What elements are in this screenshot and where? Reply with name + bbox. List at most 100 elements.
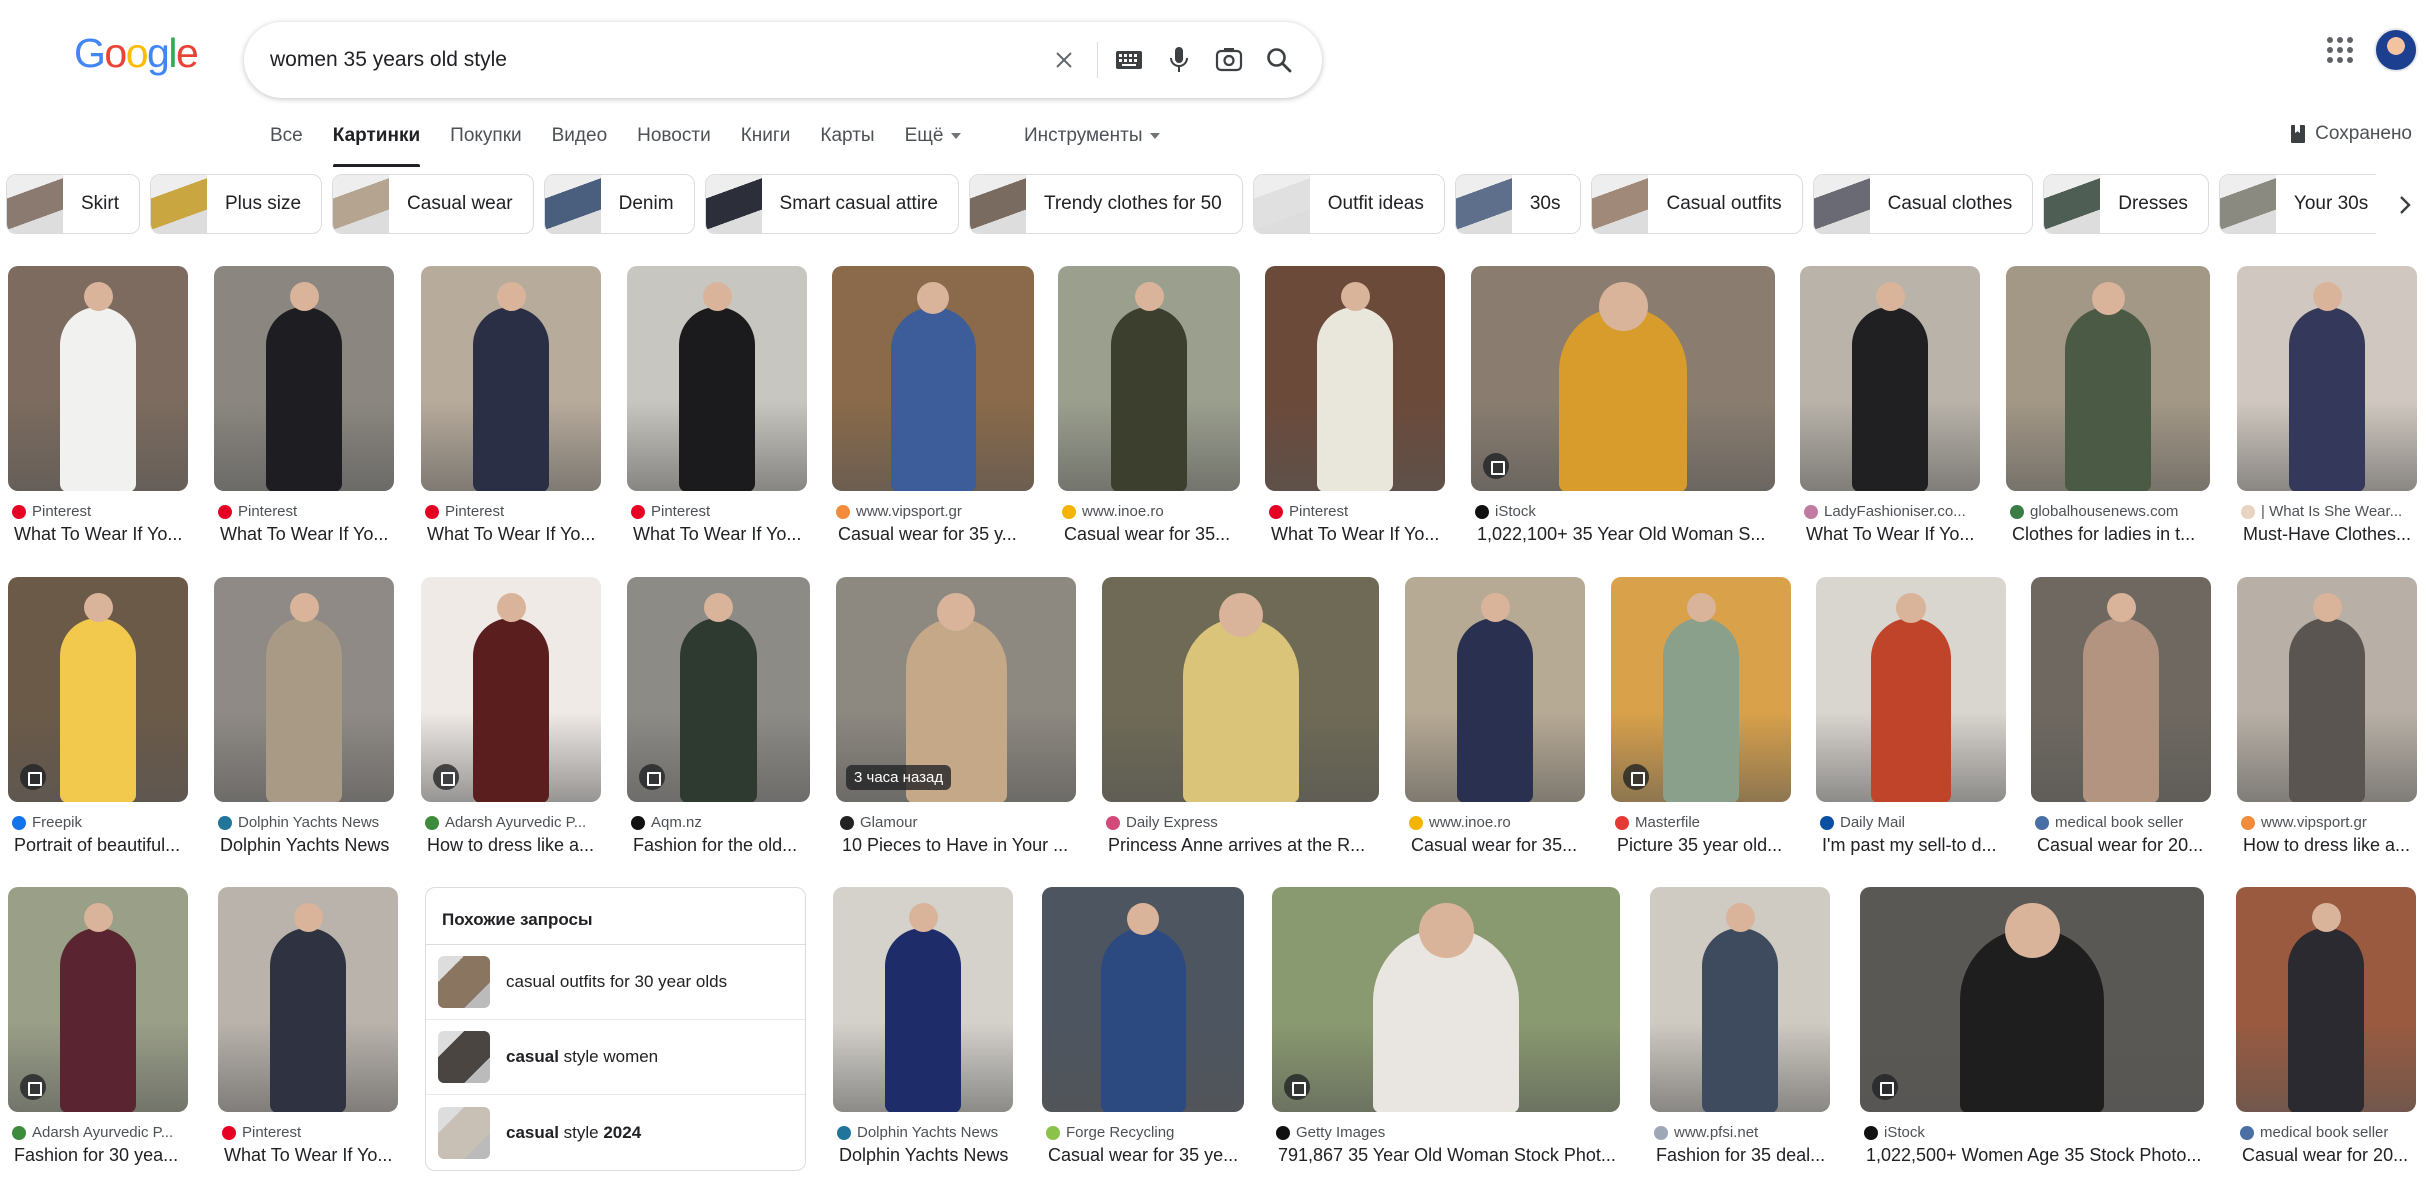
image-result[interactable]: globalhousenews.com Clothes for ladies in… [2006, 266, 2210, 559]
result-thumbnail[interactable] [627, 266, 807, 491]
result-title[interactable]: Casual wear for 35... [1064, 524, 1230, 545]
result-source[interactable]: iStock [1864, 1124, 1925, 1141]
result-source[interactable]: Masterfile [1615, 814, 1700, 831]
image-result[interactable]: Forge Recycling Casual wear for 35 ye... [1042, 887, 1244, 1180]
tools-button[interactable]: Инструменты [1024, 116, 1160, 156]
image-result[interactable]: iStock 1,022,100+ 35 Year Old Woman S... [1471, 266, 1775, 559]
apps-grid-icon[interactable] [2322, 32, 2358, 68]
chip-item[interactable]: Outfit ideas [1252, 174, 1445, 234]
result-title[interactable]: 1,022,100+ 35 Year Old Woman S... [1477, 524, 1765, 545]
result-title[interactable]: Dolphin Yachts News [839, 1145, 1008, 1166]
tab-item[interactable]: Видео [552, 125, 608, 147]
chip-item[interactable]: Smart casual attire [704, 174, 959, 234]
image-result[interactable]: Pinterest What To Wear If Yo... [214, 266, 394, 559]
result-thumbnail[interactable] [2006, 266, 2210, 491]
result-title[interactable]: Fashion for 35 deal... [1656, 1145, 1825, 1166]
image-result[interactable]: Pinterest What To Wear If Yo... [8, 266, 188, 559]
search-input[interactable] [270, 48, 1043, 72]
image-result[interactable]: | What Is She Wear... Must-Have Clothes..… [2237, 266, 2417, 559]
image-result[interactable]: Adarsh Ayurvedic P... Fashion for 30 yea.… [8, 887, 188, 1180]
result-source[interactable]: Pinterest [1269, 503, 1348, 520]
result-title[interactable]: Casual wear for 20... [2037, 835, 2203, 856]
image-result[interactable]: www.inoe.ro Casual wear for 35... [1405, 577, 1585, 870]
result-thumbnail[interactable] [1265, 266, 1445, 491]
chip-item[interactable]: Casual clothes [1812, 174, 2034, 234]
result-source[interactable]: Glamour [840, 814, 918, 831]
result-thumbnail[interactable] [833, 887, 1013, 1112]
image-result[interactable]: Getty Images 791,867 35 Year Old Woman St… [1272, 887, 1620, 1180]
result-title[interactable]: What To Wear If Yo... [220, 524, 388, 545]
result-thumbnail[interactable] [218, 887, 398, 1112]
image-result[interactable]: iStock 1,022,500+ Women Age 35 Stock Phot… [1860, 887, 2204, 1180]
chip-item[interactable]: Casual outfits [1591, 174, 1803, 234]
image-result[interactable]: medical book seller Casual wear for 20... [2236, 887, 2416, 1180]
chip-item[interactable]: 30s [1454, 174, 1582, 234]
result-title[interactable]: What To Wear If Yo... [1271, 524, 1439, 545]
result-title[interactable]: Clothes for ladies in t... [2012, 524, 2195, 545]
result-thumbnail[interactable] [421, 266, 601, 491]
result-source[interactable]: Aqm.nz [631, 814, 702, 831]
result-thumbnail[interactable] [421, 577, 601, 802]
chip-item[interactable]: Trendy clothes for 50 [968, 174, 1243, 234]
result-title[interactable]: Casual wear for 35 ye... [1048, 1145, 1238, 1166]
google-logo[interactable]: Google [74, 30, 199, 77]
result-source[interactable]: Pinterest [631, 503, 710, 520]
lens-icon[interactable] [1208, 39, 1250, 81]
result-source[interactable]: iStock [1475, 503, 1536, 520]
image-result[interactable]: Daily Express Princess Anne arrives at th… [1102, 577, 1379, 870]
image-result[interactable]: Pinterest What To Wear If Yo... [627, 266, 807, 559]
result-source[interactable]: www.inoe.ro [1062, 503, 1164, 520]
result-source[interactable]: Daily Mail [1820, 814, 1905, 831]
result-thumbnail[interactable] [214, 266, 394, 491]
result-source[interactable]: Daily Express [1106, 814, 1218, 831]
result-thumbnail[interactable] [2031, 577, 2211, 802]
image-result[interactable]: www.pfsi.net Fashion for 35 deal... [1650, 887, 1830, 1180]
result-thumbnail[interactable] [1272, 887, 1620, 1112]
tab-item[interactable]: Картинки [332, 125, 421, 167]
result-thumbnail[interactable] [1058, 266, 1240, 491]
result-title[interactable]: How to dress like a... [427, 835, 594, 856]
result-source[interactable]: www.vipsport.gr [2241, 814, 2367, 831]
result-source[interactable]: Pinterest [222, 1124, 301, 1141]
result-source[interactable]: Getty Images [1276, 1124, 1385, 1141]
image-result[interactable]: Freepik Portrait of beautiful... [8, 577, 188, 870]
result-source[interactable]: www.vipsport.gr [836, 503, 962, 520]
image-result[interactable]: Masterfile Picture 35 year old... [1611, 577, 1791, 870]
image-result[interactable]: Dolphin Yachts News Dolphin Yachts News [214, 577, 394, 870]
image-result[interactable]: www.inoe.ro Casual wear for 35... [1058, 266, 1240, 559]
tab-item[interactable]: Карты [820, 125, 874, 147]
chevron-right-icon[interactable] [2390, 190, 2420, 220]
result-title[interactable]: 791,867 35 Year Old Woman Stock Phot... [1278, 1145, 1616, 1166]
account-avatar[interactable] [2374, 28, 2418, 72]
result-source[interactable]: | What Is She Wear... [2241, 503, 2402, 520]
microphone-icon[interactable] [1158, 39, 1200, 81]
related-search-item[interactable]: casual style 2024 [426, 1095, 805, 1170]
image-result[interactable]: medical book seller Casual wear for 20... [2031, 577, 2211, 870]
result-thumbnail[interactable] [1042, 887, 1244, 1112]
result-title[interactable]: How to dress like a... [2243, 835, 2410, 856]
result-thumbnail[interactable] [214, 577, 394, 802]
result-title[interactable]: 10 Pieces to Have in Your ... [842, 835, 1068, 856]
result-thumbnail[interactable] [627, 577, 810, 802]
result-source[interactable]: www.inoe.ro [1409, 814, 1511, 831]
result-thumbnail[interactable]: 3 часа назад [836, 577, 1076, 802]
result-source[interactable]: medical book seller [2240, 1124, 2388, 1141]
result-title[interactable]: Dolphin Yachts News [220, 835, 389, 856]
result-thumbnail[interactable] [1650, 887, 1830, 1112]
result-title[interactable]: Casual wear for 35 y... [838, 524, 1017, 545]
chip-item[interactable]: Plus size [150, 174, 323, 234]
tab-item[interactable]: Все [270, 125, 303, 147]
result-title[interactable]: Portrait of beautiful... [14, 835, 180, 856]
result-title[interactable]: Must-Have Clothes... [2243, 524, 2411, 545]
result-source[interactable]: Adarsh Ayurvedic P... [425, 814, 586, 831]
result-title[interactable]: Princess Anne arrives at the R... [1108, 835, 1365, 856]
result-title[interactable]: What To Wear If Yo... [224, 1145, 392, 1166]
result-thumbnail[interactable] [1102, 577, 1379, 802]
image-result[interactable]: Pinterest What To Wear If Yo... [421, 266, 601, 559]
result-source[interactable]: Dolphin Yachts News [837, 1124, 998, 1141]
result-title[interactable]: What To Wear If Yo... [633, 524, 801, 545]
result-source[interactable]: LadyFashioniser.co... [1804, 503, 1966, 520]
tab-item[interactable]: Новости [637, 125, 711, 147]
result-title[interactable]: Picture 35 year old... [1617, 835, 1782, 856]
result-source[interactable]: Pinterest [218, 503, 297, 520]
